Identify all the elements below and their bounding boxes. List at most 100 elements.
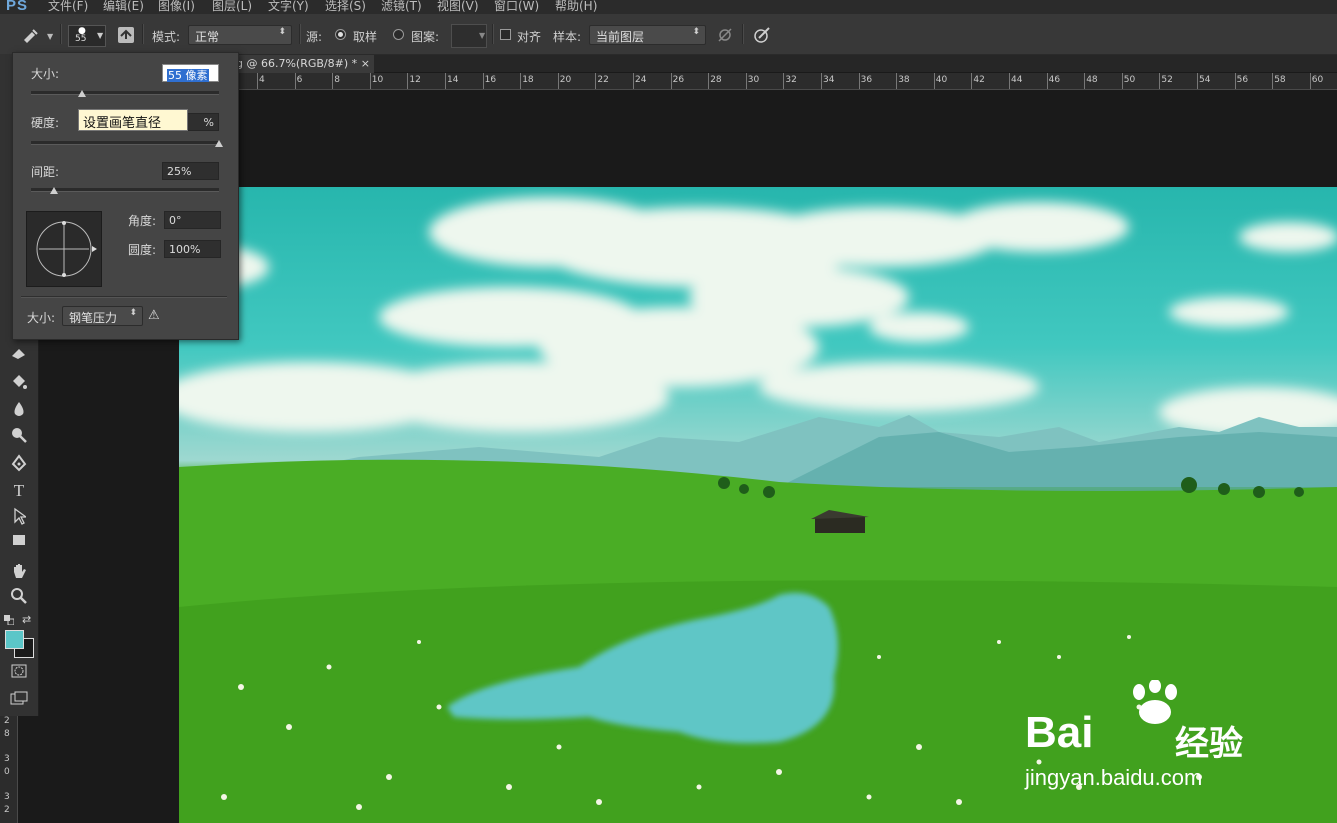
size-slider[interactable] xyxy=(31,90,219,97)
foreground-color-swatch[interactable] xyxy=(5,630,24,649)
options-bar: ▼ ● 55 ▼ 模式: 正常 ⬍ 源: 取样 图案: ▼ 对齐 样本: 当前图… xyxy=(0,14,1337,55)
horizontal-ruler[interactable]: 4 6 8 10 12 14 16 18 20 22 24 26 28 30 32 34 36 38 40 42 44 4… xyxy=(237,73,1337,90)
ruler-tick-label: 18 xyxy=(522,75,534,85)
ruler-tick-label: 24 xyxy=(635,75,647,85)
menu-type[interactable]: 文字(Y) xyxy=(268,0,309,14)
vertical-ruler[interactable]: 2 8 3 0 3 2 xyxy=(0,716,18,823)
brush-size-readout: 55 xyxy=(75,34,87,44)
screen-mode-icon[interactable] xyxy=(8,691,30,711)
hardness-label: 硬度: xyxy=(31,116,60,130)
ruler-tick-label: 34 xyxy=(823,75,835,85)
ruler-tick-label: 26 xyxy=(672,75,685,85)
ruler-tick-label: 42 xyxy=(973,75,985,85)
eraser-tool-icon[interactable] xyxy=(8,346,30,366)
spacing-slider-thumb[interactable] xyxy=(50,187,58,194)
app-logo: PS xyxy=(6,0,29,14)
ruler-tick-line xyxy=(821,73,822,89)
vertical-ruler-label: 2 xyxy=(4,805,10,815)
menu-filter[interactable]: 滤镜(T) xyxy=(381,0,422,14)
menu-help[interactable]: 帮助(H) xyxy=(555,0,597,14)
hardness-slider[interactable] xyxy=(31,140,223,147)
ignore-adjustment-layers-icon[interactable] xyxy=(716,26,734,44)
ruler-tick-label: 14 xyxy=(447,75,459,85)
chevron-down-icon: ▼ xyxy=(97,31,104,40)
ruler-tick-label: 52 xyxy=(1161,75,1173,85)
blur-tool-icon[interactable] xyxy=(8,400,30,420)
menu-edit[interactable]: 编辑(E) xyxy=(103,0,144,14)
ruler-tick-label: 36 xyxy=(860,75,873,85)
quick-mask-icon[interactable] xyxy=(8,664,30,684)
swap-colors-icon[interactable]: ⇄ xyxy=(22,613,31,626)
clone-source-panel-icon[interactable] xyxy=(118,27,134,43)
sample-select[interactable]: 当前图层 ⬍ xyxy=(589,25,706,45)
ruler-tick-label: 20 xyxy=(559,75,572,85)
panel-divider xyxy=(21,296,227,298)
default-colors-icon[interactable] xyxy=(4,614,15,626)
chevron-down-icon: ▼ xyxy=(479,31,486,40)
hardness-slider-thumb[interactable] xyxy=(215,140,223,147)
angle-input-value: 0° xyxy=(169,214,182,227)
type-tool-icon[interactable]: T xyxy=(8,481,30,501)
pattern-picker[interactable]: ▼ xyxy=(451,24,487,48)
ruler-tick-line xyxy=(332,73,334,89)
ruler-tick-label: 56 xyxy=(1236,75,1249,85)
tool-preset-dropdown-icon[interactable]: ▼ xyxy=(47,32,53,41)
pen-tool-icon[interactable] xyxy=(8,454,30,474)
ruler-tick-label: 30 xyxy=(747,75,760,85)
size-slider-thumb[interactable] xyxy=(78,90,86,97)
pattern-radio[interactable] xyxy=(393,29,404,40)
menu-file[interactable]: 文件(F) xyxy=(48,0,88,14)
zoom-tool-icon[interactable] xyxy=(8,587,30,607)
ruler-tick-label: 58 xyxy=(1274,75,1286,85)
hand-tool-icon[interactable] xyxy=(8,562,30,582)
roundness-input[interactable]: 100% xyxy=(164,240,221,258)
sampled-radio[interactable] xyxy=(335,29,346,40)
brush-preset-picker[interactable]: ● 55 ▼ xyxy=(68,25,106,47)
chevron-updown-icon: ⬍ xyxy=(129,308,137,318)
vertical-ruler-label: 3 xyxy=(4,792,10,802)
angle-input[interactable]: 0° xyxy=(164,211,221,229)
close-icon[interactable]: × xyxy=(361,55,370,73)
dodge-tool-icon[interactable] xyxy=(8,426,30,446)
document-canvas[interactable]: Bai 经验 jingyan.baidu.com xyxy=(179,187,1337,823)
ruler-tick-label: 48 xyxy=(1086,75,1098,85)
ruler-tick-line xyxy=(482,73,484,89)
ruler-tick-line xyxy=(294,73,296,89)
ruler-tick-label: 8 xyxy=(334,75,340,85)
menu-layer[interactable]: 图层(L) xyxy=(212,0,252,14)
ruler-tick-line xyxy=(858,73,860,89)
ruler-tick-label: 22 xyxy=(597,75,609,85)
document-tab-title: g @ 66.7%(RGB/8#) * xyxy=(236,57,358,70)
aligned-checkbox[interactable] xyxy=(500,29,511,40)
menu-image[interactable]: 图像(I) xyxy=(158,0,195,14)
ruler-tick-line xyxy=(670,73,672,89)
spacing-input[interactable]: 25% xyxy=(162,162,219,180)
pressure-size-icon[interactable] xyxy=(752,25,772,45)
ruler-tick-line xyxy=(633,73,634,89)
ruler-tick-label: 46 xyxy=(1048,75,1061,85)
vertical-ruler-label: 8 xyxy=(4,729,10,739)
ruler-tick-label: 4 xyxy=(259,75,265,85)
aligned-label: 对齐 xyxy=(517,30,542,44)
menu-select[interactable]: 选择(S) xyxy=(325,0,366,14)
size-input[interactable]: 55 像素 xyxy=(162,64,219,82)
menu-view[interactable]: 视图(V) xyxy=(437,0,479,14)
mode-select[interactable]: 正常 ⬍ xyxy=(188,25,292,45)
ruler-tick-line xyxy=(1197,73,1198,89)
size-control-select[interactable]: 钢笔压力 ⬍ xyxy=(62,306,143,326)
clone-stamp-tool-icon[interactable] xyxy=(20,26,42,44)
menu-window[interactable]: 窗口(W) xyxy=(494,0,539,14)
path-selection-tool-icon[interactable] xyxy=(8,507,30,527)
menu-bar: PS 文件(F) 编辑(E) 图像(I) 图层(L) 文字(Y) 选择(S) 滤… xyxy=(0,0,1337,14)
document-tab[interactable]: g @ 66.7%(RGB/8#) * × xyxy=(232,55,374,73)
brush-angle-preview[interactable] xyxy=(26,211,102,287)
rectangle-tool-icon[interactable] xyxy=(8,533,30,553)
paint-bucket-tool-icon[interactable] xyxy=(8,373,30,393)
ruler-tick-line xyxy=(1009,73,1010,89)
ruler-tick-line xyxy=(745,73,747,89)
chevron-updown-icon: ⬍ xyxy=(278,27,286,37)
ruler-tick-line xyxy=(933,73,935,89)
ruler-tick-line xyxy=(971,73,973,89)
size-label: 大小: xyxy=(31,67,60,81)
spacing-slider[interactable] xyxy=(31,187,219,194)
